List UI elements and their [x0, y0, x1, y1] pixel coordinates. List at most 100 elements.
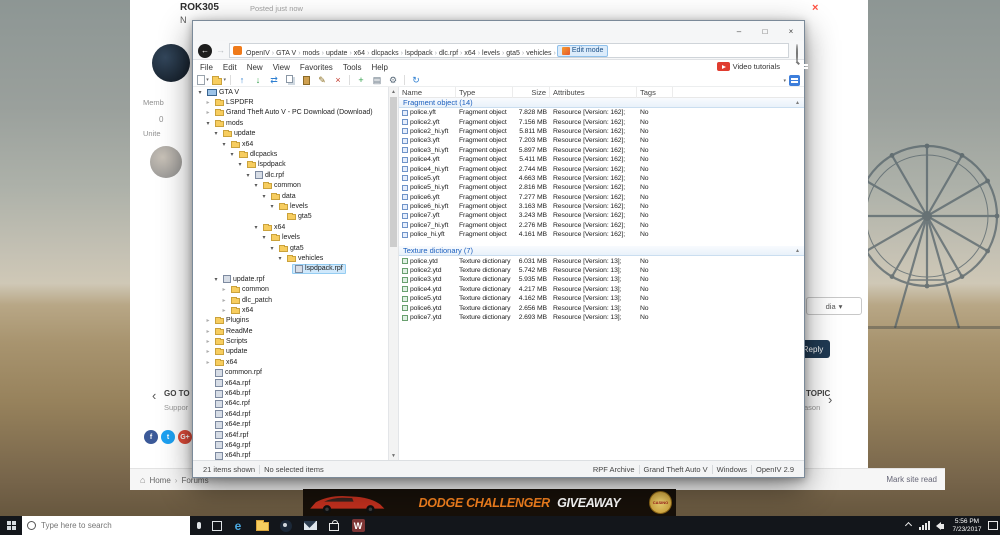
file-row[interactable]: police4_hi.yftFragment object2.744 MBRes…	[399, 164, 804, 173]
file-row[interactable]: police4.ytdTexture dictionary4.217 MBRes…	[399, 285, 804, 294]
tree-item[interactable]: ▸Scripts	[193, 336, 388, 346]
collapse-icon[interactable]: ▾	[196, 89, 204, 96]
paste-icon[interactable]	[299, 74, 313, 87]
tree-item[interactable]: x64c.rpf	[193, 399, 388, 409]
tree-item[interactable]: ▾data	[193, 191, 388, 201]
edge-icon[interactable]: e	[226, 516, 250, 535]
open-archive-icon[interactable]: ▾	[212, 74, 226, 87]
tree-item[interactable]: ▸LSPDFR	[193, 97, 388, 107]
tree-item[interactable]: ▸ReadMe	[193, 326, 388, 336]
tree-item[interactable]: ▸common	[193, 284, 388, 294]
grid-view-icon[interactable]	[789, 75, 800, 86]
collapse-icon[interactable]: ▾	[212, 276, 220, 283]
breadcrumb-item[interactable]: vehicles	[525, 50, 552, 57]
file-row[interactable]: police3.yftFragment object7.203 MBResour…	[399, 136, 804, 145]
tree-item[interactable]: ▾dlc.rpf	[193, 170, 388, 180]
breadcrumb-item[interactable]: OpenIV	[245, 50, 271, 57]
tree-item[interactable]: ▸x64	[193, 305, 388, 315]
steam-icon[interactable]	[274, 516, 298, 535]
tree-item[interactable]: x64d.rpf	[193, 409, 388, 419]
menu-view[interactable]: View	[268, 63, 295, 72]
store-icon[interactable]	[322, 516, 346, 535]
file-row[interactable]: police5_hi.yftFragment object2.816 MBRes…	[399, 183, 804, 192]
post-author[interactable]: ROK305	[180, 2, 219, 13]
tree-item[interactable]: ▾levels	[193, 232, 388, 242]
copy-icon[interactable]	[283, 74, 297, 87]
tree-item[interactable]: common.rpf	[193, 368, 388, 378]
collapse-icon[interactable]: ▾	[276, 255, 284, 262]
file-row[interactable]: police2_hi.yftFragment object5.811 MBRes…	[399, 127, 804, 136]
expand-icon[interactable]: ▸	[204, 328, 212, 335]
tree-item[interactable]: ▸update	[193, 347, 388, 357]
edit-mode-button[interactable]: Edit mode	[557, 45, 609, 57]
breadcrumb-item[interactable]: lspdpack	[404, 50, 434, 57]
file-row[interactable]: police7.yftFragment object3.243 MBResour…	[399, 211, 804, 220]
file-row[interactable]: police_hi.yftFragment object4.161 MBReso…	[399, 230, 804, 239]
search-input[interactable]	[41, 521, 161, 530]
avatar[interactable]	[150, 146, 182, 178]
avatar[interactable]	[152, 44, 190, 82]
tree-item[interactable]: ▾levels	[193, 201, 388, 211]
breadcrumb-item[interactable]: dlc.rpf	[438, 50, 459, 57]
menu-file[interactable]: File	[195, 63, 218, 72]
column-header-tags[interactable]: Tags	[637, 87, 673, 98]
tree-item[interactable]: ▾dlcpacks	[193, 149, 388, 159]
collapse-icon[interactable]: ▾	[228, 151, 236, 158]
tree-item[interactable]: ▾GTA V	[193, 87, 388, 97]
breadcrumb-item[interactable]: x64	[463, 50, 476, 57]
ad-banner[interactable]: DODGE CHALLENGER GIVEAWAY CASINO	[303, 489, 676, 516]
expand-icon[interactable]: ▸	[204, 99, 212, 106]
network-icon[interactable]	[919, 521, 930, 530]
file-row[interactable]: police3.ytdTexture dictionary5.935 MBRes…	[399, 275, 804, 284]
tree-item[interactable]: lspdpack.rpf	[193, 264, 388, 274]
expand-icon[interactable]: ▸	[204, 338, 212, 345]
file-row[interactable]: police7.ytdTexture dictionary2.693 MBRes…	[399, 313, 804, 322]
microphone-button[interactable]	[190, 516, 208, 535]
breadcrumb-home[interactable]: Home	[149, 476, 170, 485]
facebook-icon[interactable]: f	[144, 430, 158, 444]
scroll-up-icon[interactable]: ▲	[389, 87, 398, 96]
column-header-attributes[interactable]: Attributes	[550, 87, 637, 98]
delete-icon[interactable]: ×	[331, 74, 345, 87]
tree-scrollbar[interactable]: ▲ ▼	[389, 87, 399, 460]
collapse-icon[interactable]: ▾	[236, 161, 244, 168]
collapse-group-icon[interactable]: ▴	[796, 247, 799, 254]
file-row[interactable]: police6_hi.yftFragment object3.163 MBRes…	[399, 202, 804, 211]
maximize-button[interactable]: □	[752, 21, 778, 41]
settings-icon[interactable]: ⚙	[386, 74, 400, 87]
column-header-type[interactable]: Type	[456, 87, 513, 98]
expand-icon[interactable]: ▸	[204, 359, 212, 366]
mail-icon[interactable]	[298, 516, 322, 535]
chevron-left-icon[interactable]: ‹	[152, 388, 156, 403]
tree-item[interactable]: ▸dlc_patch	[193, 295, 388, 305]
tray-expand-icon[interactable]	[905, 522, 912, 529]
minimize-button[interactable]: –	[726, 21, 752, 41]
group-header[interactable]: Fragment object (14)▴	[399, 98, 804, 108]
file-row[interactable]: police6.yftFragment object7.277 MBResour…	[399, 193, 804, 202]
close-icon[interactable]: ×	[812, 2, 818, 14]
file-explorer-icon[interactable]	[250, 516, 274, 535]
file-row[interactable]: police6.ytdTexture dictionary2.656 MBRes…	[399, 303, 804, 312]
scroll-down-icon[interactable]: ▼	[389, 451, 398, 460]
file-row[interactable]: police2.yftFragment object7.156 MBResour…	[399, 117, 804, 126]
volume-icon[interactable]	[936, 522, 944, 530]
rename-icon[interactable]: ✎	[315, 74, 329, 87]
file-row[interactable]: police4.yftFragment object5.411 MBResour…	[399, 155, 804, 164]
breadcrumb-item[interactable]: gta5	[505, 50, 521, 57]
mark-site-read-link[interactable]: Mark site read	[886, 469, 937, 491]
menu-new[interactable]: New	[242, 63, 268, 72]
media-dropdown-button[interactable]: dia ▾	[806, 297, 862, 315]
collapse-icon[interactable]: ▾	[260, 234, 268, 241]
menu-help[interactable]: Help	[367, 63, 393, 72]
tree-item[interactable]: ▾x64	[193, 139, 388, 149]
tree-item[interactable]: ▾common	[193, 181, 388, 191]
breadcrumb-item[interactable]: mods	[302, 50, 321, 57]
twitter-icon[interactable]: t	[161, 430, 175, 444]
menu-favorites[interactable]: Favorites	[295, 63, 338, 72]
tree-item[interactable]: ▸Plugins	[193, 316, 388, 326]
taskbar-search[interactable]	[22, 516, 190, 535]
group-header[interactable]: Texture dictionary (7)▴	[399, 246, 804, 256]
breadcrumb-item[interactable]: GTA V	[275, 50, 297, 57]
forward-icon[interactable]: →	[216, 45, 225, 55]
column-header-size[interactable]: Size	[513, 87, 550, 98]
